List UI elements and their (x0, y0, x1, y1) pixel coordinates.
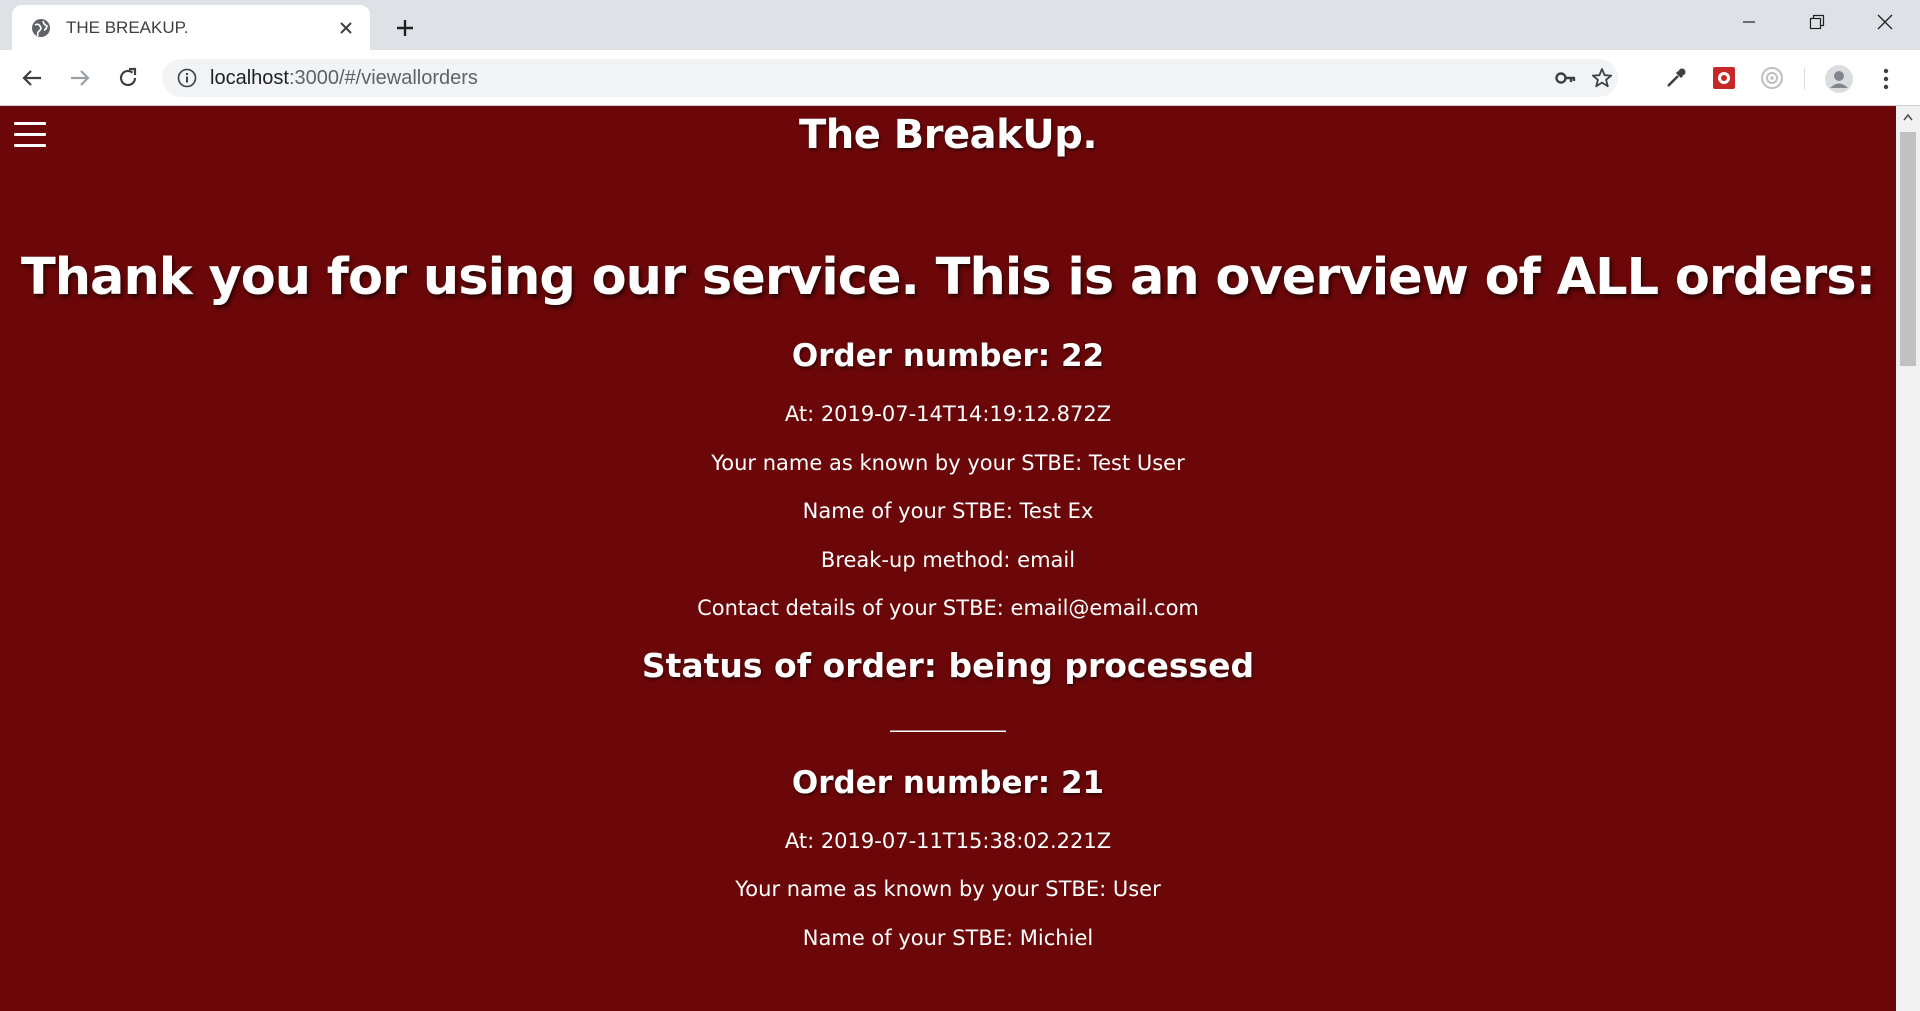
tab-title: THE BREAKUP. (66, 17, 189, 37)
red-extension-icon[interactable] (1711, 65, 1737, 91)
circle-extension-icon[interactable] (1759, 65, 1785, 91)
browser-toolbar: localhost:3000/#/viewallorders (0, 50, 1920, 106)
order-timestamp: At: 2019-07-11T15:38:02.221Z (784, 828, 1112, 853)
browser-tab-bar: THE BREAKUP. (0, 0, 1920, 50)
info-icon[interactable] (176, 67, 198, 89)
arrow-right-icon (71, 70, 90, 86)
order-separator: ___________ (890, 707, 1006, 732)
browser-tab[interactable]: THE BREAKUP. (12, 5, 370, 50)
address-bar[interactable]: localhost:3000/#/viewallorders (162, 59, 1618, 97)
restore-icon (1809, 14, 1825, 30)
close-icon[interactable] (334, 16, 358, 40)
arrow-left-icon (22, 70, 41, 86)
eyedropper-extension-icon[interactable] (1663, 65, 1689, 91)
forward-button[interactable] (64, 62, 96, 94)
url-text[interactable]: localhost:3000/#/viewallorders (210, 67, 478, 90)
page-scrollbar[interactable] (1896, 106, 1920, 1011)
scrollbar-thumb[interactable] (1900, 132, 1916, 366)
star-icon[interactable] (1590, 66, 1614, 90)
order-timestamp: At: 2019-07-14T14:19:12.872Z (784, 402, 1112, 426)
order-stbe-name: Name of your STBE: Michiel (802, 925, 1094, 950)
site-title[interactable]: The BreakUp. (0, 112, 1896, 158)
minimize-button[interactable] (1716, 0, 1782, 44)
orders-overview: Thank you for using our service. This is… (0, 238, 1896, 962)
scroll-up-arrow-icon[interactable] (1896, 106, 1920, 128)
order-user-name: Your name as known by your STBE: User (735, 877, 1161, 901)
globe-icon (30, 17, 52, 39)
plus-icon (397, 20, 413, 36)
order-stbe-name: Name of your STBE: Test Ex (802, 499, 1094, 523)
more-menu-icon[interactable] (1876, 64, 1896, 94)
order-number: Order number: 22 (791, 338, 1105, 374)
page-viewport: The BreakUp. Thank you for using our ser… (0, 106, 1896, 1011)
minimize-icon (1743, 21, 1755, 23)
reload-button[interactable] (112, 62, 144, 94)
order-number: Order number: 21 (791, 764, 1105, 801)
order-status: Status of order: being processed (641, 645, 1255, 685)
order-user-name: Your name as known by your STBE: Test Us… (711, 450, 1185, 475)
url-path: :3000/#/viewallorders (288, 66, 478, 89)
reload-icon (119, 67, 137, 87)
close-window-icon (1877, 14, 1893, 30)
key-icon[interactable] (1554, 66, 1578, 90)
order-contact: Contact details of your STBE: email@emai… (697, 596, 1199, 620)
order-method: Break-up method: email (820, 547, 1076, 572)
restore-button[interactable] (1784, 0, 1850, 44)
window-close-button[interactable] (1852, 0, 1918, 44)
toolbar-divider (1804, 68, 1805, 90)
back-button[interactable] (16, 62, 48, 94)
new-tab-button[interactable] (390, 13, 420, 43)
profile-avatar-icon[interactable] (1824, 64, 1854, 94)
order-item: Order number: 21 At: 2019-07-11T15:38:02… (0, 763, 1896, 963)
url-host: localhost (210, 66, 289, 89)
page-heading: Thank you for using our service. This is… (20, 248, 1876, 307)
order-item: Order number: 22 At: 2019-07-14T14:19:12… (0, 336, 1896, 745)
